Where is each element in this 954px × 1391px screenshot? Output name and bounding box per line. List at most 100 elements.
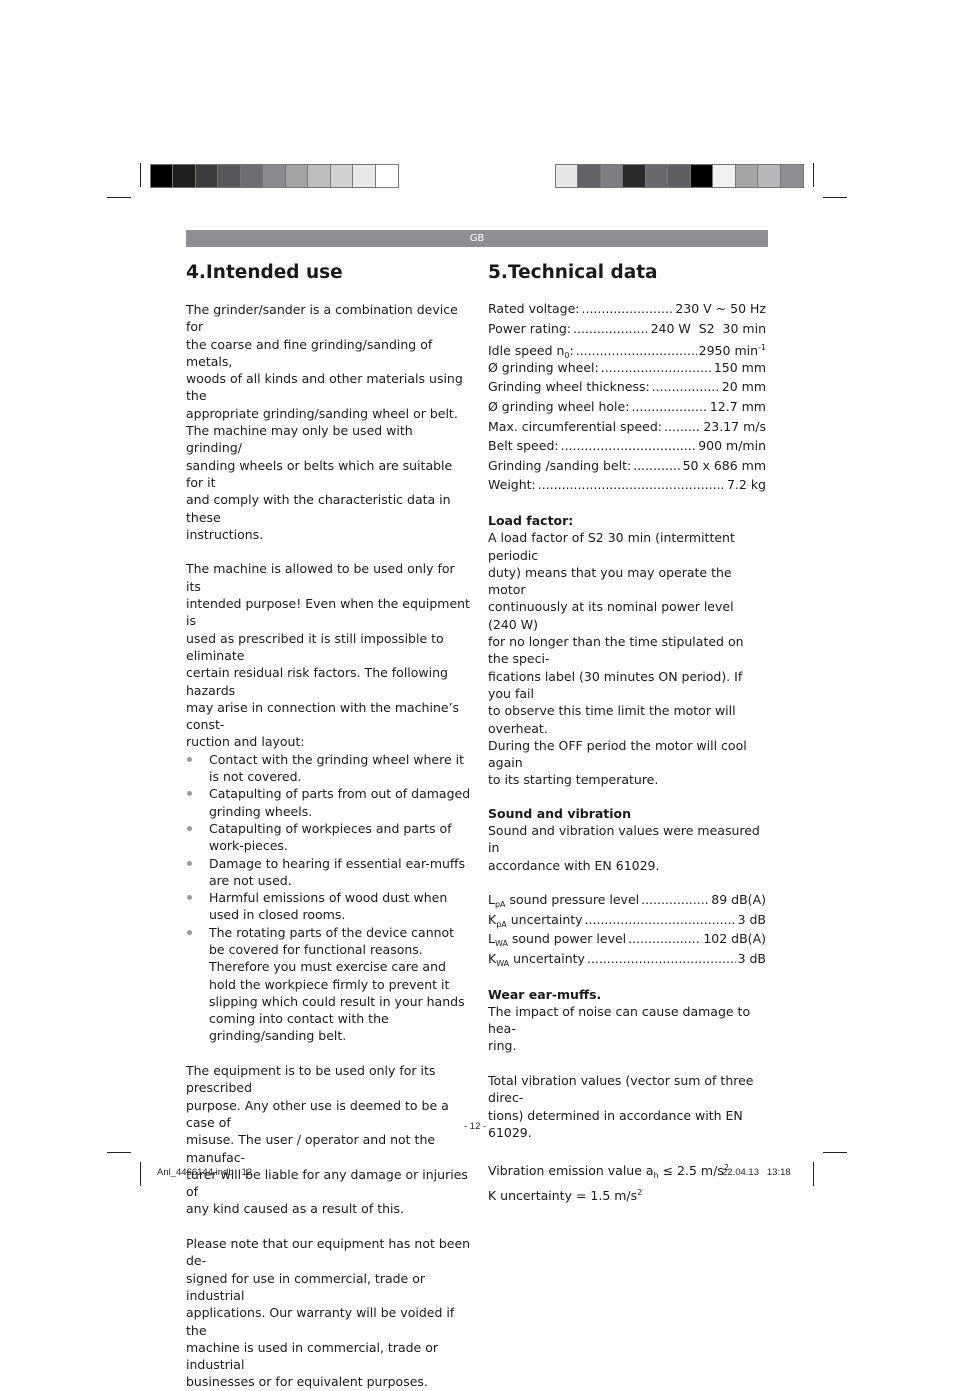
color-swatch <box>195 165 219 187</box>
text-line: The machine may only be used with grindi… <box>186 423 413 456</box>
text-line: for no longer than the time stipulated o… <box>488 634 744 667</box>
hazard-item: Damage to hearing if essential ear-muffs… <box>186 855 471 890</box>
crop-mark <box>813 163 814 187</box>
text-line: any kind caused as a result of this. <box>186 1201 404 1217</box>
color-swatch <box>623 165 646 187</box>
print-datetime: 22.04.13 13:18 <box>722 1167 791 1178</box>
spec-value: 240 W S2 30 min <box>650 320 766 336</box>
spec-row: Grinding wheel thickness: 20 mm <box>488 378 766 398</box>
spec-value: 150 mm <box>713 359 766 375</box>
color-swatch <box>578 165 601 187</box>
text-line: During the OFF period the motor will coo… <box>488 737 747 771</box>
text-line: ring. <box>488 1038 517 1054</box>
spec-label: Rated voltage: <box>488 301 580 316</box>
sound-value-row: KWA uncertainty 3 dB <box>488 950 766 970</box>
spec-value: 50 x 686 mm <box>682 457 766 473</box>
section-title-intended-use: 4.Intended use <box>186 262 343 283</box>
hazard-item: The rotating parts of the device cannot … <box>186 924 471 1045</box>
file-name: Anl_4466144.indb 12 <box>157 1167 253 1178</box>
spec-row: Weight: 7.2 kg <box>488 476 766 496</box>
sound-heading: Sound and vibration <box>488 805 632 821</box>
spec-value: 900 m/min <box>698 438 766 454</box>
subscript: WA <box>496 958 510 968</box>
text-line: Sound and vibration values were measured… <box>488 822 760 856</box>
dot-leader <box>633 457 680 474</box>
load-factor-heading: Load factor: <box>488 512 574 528</box>
spec-row: Belt speed: 900 m/min <box>488 437 766 457</box>
vibration-text: Total vibration values (vector sum of th… <box>488 1072 766 1141</box>
load-factor-text: A load factor of S2 30 min (intermittent… <box>488 529 766 788</box>
spec-label: Power rating: <box>488 320 572 336</box>
dot-leader <box>601 359 712 376</box>
text-line: appropriate grinding/sanding wheel or be… <box>186 405 458 421</box>
color-swatch <box>353 165 376 187</box>
paragraph: The equipment is to be used only for its… <box>186 1062 471 1218</box>
vibration-uncertainty: K uncertainty = 1.5 m/s2 <box>488 1187 643 1203</box>
text-line: intended purpose! Even when the equipmen… <box>186 596 470 629</box>
sound-value: 102 dB(A) <box>703 931 766 947</box>
superscript: -1 <box>758 343 766 353</box>
text-line: businesses or for equivalent purposes. <box>186 1374 428 1390</box>
color-swatch <box>645 165 669 187</box>
color-swatch <box>151 165 174 187</box>
subscript: WA <box>494 939 508 949</box>
color-swatch <box>780 165 803 187</box>
crop-mark <box>813 1162 814 1186</box>
crop-mark <box>107 197 131 198</box>
color-swatch <box>600 165 624 187</box>
dot-leader <box>652 378 720 395</box>
spec-value: 20 mm <box>721 379 766 395</box>
technical-data-body: Rated voltage: 230 V ~ 50 Hz Power rating:… <box>488 300 766 1204</box>
dot-leader <box>585 911 736 928</box>
dot-leader <box>561 437 697 454</box>
spec-row: Grinding /sanding belt: 50 x 686 mm <box>488 457 766 477</box>
crop-mark <box>107 1152 131 1153</box>
dot-leader <box>631 398 707 415</box>
color-swatch <box>713 165 736 187</box>
paragraph: The machine is allowed to be used only f… <box>186 560 471 750</box>
spec-row: Max. circumferential speed: 23.17 m/s <box>488 418 766 438</box>
spec-row: Rated voltage: 230 V ~ 50 Hz <box>488 300 766 320</box>
color-swatch <box>173 165 196 187</box>
spec-label: Grinding wheel thickness: <box>488 379 650 395</box>
text-line: purpose. Any other use is deemed to be a… <box>186 1097 449 1130</box>
text-line: machine is used in commercial, trade or … <box>186 1339 438 1373</box>
crop-mark <box>823 1152 847 1153</box>
crop-mark <box>140 163 141 187</box>
color-swatch <box>285 165 309 187</box>
text-line: signed for use in commercial, trade or i… <box>186 1270 426 1303</box>
color-bar-right <box>555 164 804 188</box>
spec-row: Ø grinding wheel: 150 mm <box>488 359 766 379</box>
spec-label: Ø grinding wheel: <box>488 359 599 375</box>
text-line: misuse. The user / operator and not the … <box>186 1132 436 1165</box>
text-line: The impact of noise can cause damage to … <box>488 1003 751 1037</box>
text-line: to observe this time limit the motor wil… <box>488 703 736 736</box>
color-swatch <box>218 165 241 187</box>
ear-muffs-heading: Wear ear-muffs. <box>488 986 602 1002</box>
sound-value: 89 dB(A) <box>711 892 766 908</box>
dot-leader <box>587 950 736 967</box>
color-swatch <box>375 165 398 187</box>
text-line: ruction and layout: <box>186 734 305 750</box>
subscript: pA <box>494 900 506 910</box>
dot-leader <box>641 891 709 908</box>
sound-value: 3 dB <box>737 911 766 927</box>
text-line: applications. Our warranty will be voide… <box>186 1305 455 1338</box>
dot-leader <box>628 930 701 947</box>
sound-value-row: KpA uncertainty3 dB <box>488 911 766 931</box>
text-line: Total vibration values (vector sum of th… <box>488 1073 754 1106</box>
intended-use-body: The grinder/sander is a combination devi… <box>186 301 471 1391</box>
spec-row: Idle speed n0:2950 min-1 <box>488 339 766 360</box>
color-swatch <box>240 165 264 187</box>
spec-value: 230 V ~ 50 Hz <box>675 301 766 316</box>
page-number: - 12 - <box>464 1121 487 1132</box>
spec-row: Ø grinding wheel hole: 12.7 mm <box>488 398 766 418</box>
spec-value: 12.7 mm <box>709 398 766 414</box>
color-swatch <box>735 165 759 187</box>
sound-value: 3 dB <box>737 950 766 966</box>
dot-leader <box>576 342 697 359</box>
text-line: the coarse and fine grinding/sanding of … <box>186 336 433 369</box>
spec-label: Weight: <box>488 477 536 493</box>
sound-value-row: LpA sound pressure level89 dB(A) <box>488 891 766 911</box>
text-line: to its starting temperature. <box>488 772 659 788</box>
